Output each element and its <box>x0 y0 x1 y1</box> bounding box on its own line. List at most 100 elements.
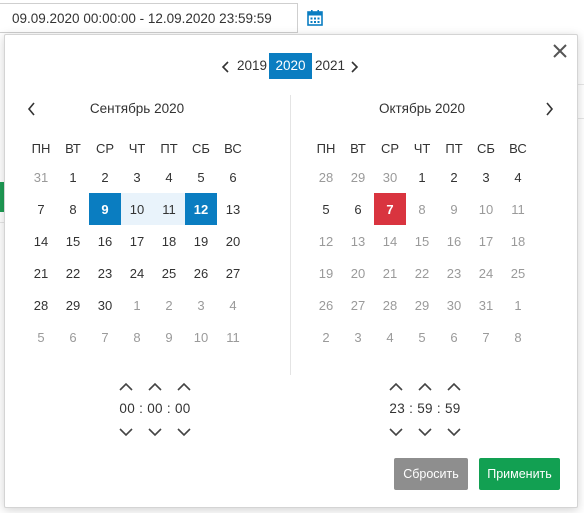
day-cell[interactable]: 4 <box>153 161 185 193</box>
day-cell[interactable]: 5 <box>185 161 217 193</box>
minute-up-icon[interactable] <box>414 380 436 392</box>
day-cell[interactable]: 8 <box>121 321 153 353</box>
day-cell-range-end[interactable]: 12 <box>185 193 217 225</box>
day-cell[interactable]: 24 <box>121 257 153 289</box>
reset-button[interactable]: Сбросить <box>394 458 468 490</box>
second-down-icon[interactable] <box>173 426 195 438</box>
day-cell[interactable]: 4 <box>217 289 249 321</box>
day-cell[interactable]: 14 <box>25 225 57 257</box>
day-cell-disabled: 22 <box>414 265 430 281</box>
hour-up-icon[interactable] <box>115 380 137 392</box>
day-cell[interactable]: 20 <box>217 225 249 257</box>
day-cell[interactable]: 16 <box>89 225 121 257</box>
day-cell-disabled: 5 <box>418 329 426 345</box>
day-cell-in-range[interactable]: 11 <box>153 193 185 225</box>
year-prev[interactable]: 2019 <box>234 53 270 79</box>
day-cell[interactable]: 25 <box>153 257 185 289</box>
day-cell[interactable]: 29 <box>342 161 374 193</box>
day-grid: ПН ВТ СР ЧТ ПТ СБ ВС 28 29 30 1 2 3 4 5 … <box>310 135 534 353</box>
day-cell[interactable]: 5 <box>310 193 342 225</box>
day-cell[interactable]: 9 <box>153 321 185 353</box>
weekday-label: СБ <box>477 140 495 156</box>
next-month-icon[interactable] <box>544 102 554 116</box>
day-cell[interactable]: 3 <box>121 161 153 193</box>
day-cell[interactable]: 27 <box>217 257 249 289</box>
day-cell[interactable]: 28 <box>310 161 342 193</box>
day-cell[interactable]: 21 <box>25 257 57 289</box>
day-cell[interactable]: 1 <box>121 289 153 321</box>
day-cell[interactable]: 2 <box>89 161 121 193</box>
end-time-value[interactable]: 23 : 59 : 59 <box>385 398 465 420</box>
year-next[interactable]: 2021 <box>312 53 348 79</box>
day-cell[interactable]: 30 <box>89 289 121 321</box>
day-cell[interactable]: 30 <box>374 161 406 193</box>
day-cell[interactable]: 5 <box>25 321 57 353</box>
day-cell[interactable]: 29 <box>57 289 89 321</box>
day-cell[interactable]: 2 <box>438 161 470 193</box>
calendar-icon[interactable] <box>306 9 324 27</box>
day-cell[interactable]: 1 <box>57 161 89 193</box>
day-cell[interactable]: 18 <box>153 225 185 257</box>
second-down-icon[interactable] <box>443 426 465 438</box>
year-current[interactable]: 2020 <box>269 53 312 79</box>
day-cell[interactable]: 28 <box>25 289 57 321</box>
day-cell[interactable]: 8 <box>57 193 89 225</box>
day-cell-disabled: 7 <box>482 329 490 345</box>
day-cell[interactable]: 7 <box>89 321 121 353</box>
weekday-label: СР <box>380 140 400 156</box>
chevron-left-icon[interactable] <box>221 60 231 73</box>
weekday-label: ПН <box>316 140 336 156</box>
day-cell-disabled: 28 <box>382 297 398 313</box>
day-cell[interactable]: 3 <box>185 289 217 321</box>
day-cell[interactable]: 7 <box>25 193 57 225</box>
minute-down-icon[interactable] <box>144 426 166 438</box>
day-cell-range-start[interactable]: 9 <box>89 193 121 225</box>
day-cell[interactable]: 3 <box>470 161 502 193</box>
day-cell-in-range[interactable]: 10 <box>121 193 153 225</box>
day-cell-today[interactable]: 7 <box>374 193 406 225</box>
second-up-icon[interactable] <box>443 380 465 392</box>
minute-up-icon[interactable] <box>144 380 166 392</box>
month-title: Октябрь 2020 <box>378 101 466 116</box>
calendar-divider <box>290 95 291 375</box>
day-cell[interactable]: 10 <box>185 321 217 353</box>
day-cell[interactable]: 17 <box>121 225 153 257</box>
day-cell[interactable]: 6 <box>217 161 249 193</box>
day-cell[interactable]: 26 <box>185 257 217 289</box>
day-cell[interactable]: 31 <box>25 161 57 193</box>
day-cell[interactable]: 22 <box>57 257 89 289</box>
weekday-label: ВТ <box>65 140 81 156</box>
day-cell[interactable]: 4 <box>502 161 534 193</box>
day-cell-disabled: 20 <box>350 265 366 281</box>
day-cell[interactable]: 23 <box>89 257 121 289</box>
day-cell-disabled: 31 <box>478 297 494 313</box>
day-cell[interactable]: 6 <box>57 321 89 353</box>
weekday-label: ПН <box>31 140 51 156</box>
chevron-right-icon[interactable] <box>349 60 359 73</box>
day-cell-disabled: 11 <box>511 201 525 217</box>
day-cell-disabled: 1 <box>514 297 522 313</box>
day-cell-disabled: 8 <box>514 329 522 345</box>
hour-up-icon[interactable] <box>385 380 407 392</box>
start-time-value[interactable]: 00 : 00 : 00 <box>115 398 195 420</box>
day-cell-disabled: 15 <box>414 233 430 249</box>
weekday-label: ЧТ <box>128 140 146 156</box>
day-cell[interactable]: 19 <box>185 225 217 257</box>
day-cell[interactable]: 2 <box>153 289 185 321</box>
weekday-label: ВТ <box>350 140 366 156</box>
day-cell-disabled: 6 <box>450 329 458 345</box>
day-cell[interactable]: 1 <box>406 161 438 193</box>
day-cell-disabled: 23 <box>446 265 462 281</box>
hour-down-icon[interactable] <box>115 426 137 438</box>
day-cell[interactable]: 6 <box>342 193 374 225</box>
day-cell[interactable]: 15 <box>57 225 89 257</box>
day-cell-disabled: 3 <box>354 329 362 345</box>
weekday-label: ПТ <box>160 140 178 156</box>
minute-down-icon[interactable] <box>414 426 436 438</box>
hour-down-icon[interactable] <box>385 426 407 438</box>
day-cell[interactable]: 13 <box>217 193 249 225</box>
date-range-input[interactable]: 09.09.2020 00:00:00 - 12.09.2020 23:59:5… <box>0 3 298 33</box>
apply-button[interactable]: Применить <box>479 458 560 490</box>
second-up-icon[interactable] <box>173 380 195 392</box>
day-cell[interactable]: 11 <box>217 321 249 353</box>
